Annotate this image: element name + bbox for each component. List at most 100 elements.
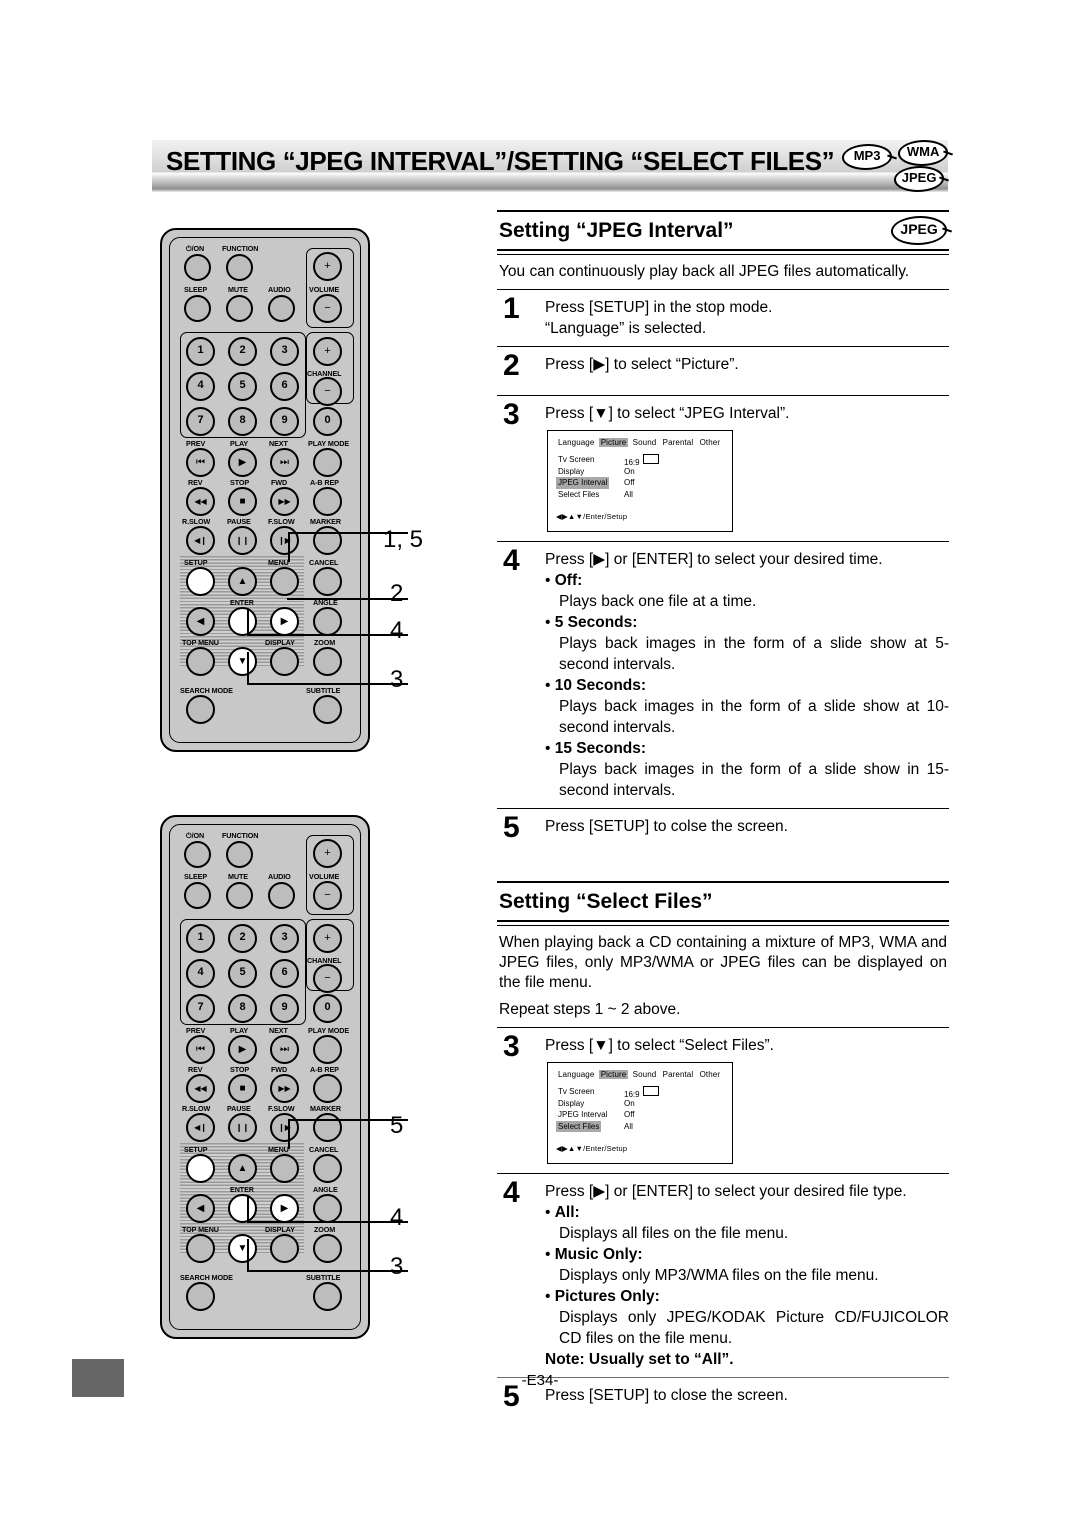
- digit-9-button[interactable]: 9: [270, 407, 299, 436]
- digit-7-button[interactable]: 7: [186, 407, 215, 436]
- digit-0-button[interactable]: 0: [313, 407, 342, 436]
- reverse-slow-button[interactable]: ◀❙: [186, 526, 215, 555]
- power-button[interactable]: [184, 841, 211, 868]
- osd-row-jpeg-interval[interactable]: JPEG Interval Off: [556, 1109, 724, 1121]
- play-button[interactable]: ▶: [228, 1035, 257, 1064]
- osd-tab-parental[interactable]: Parental: [661, 438, 696, 447]
- marker-button[interactable]: [313, 1113, 342, 1142]
- audio-button[interactable]: [268, 295, 295, 322]
- sleep-button[interactable]: [184, 295, 211, 322]
- arrow-up-button[interactable]: ▲: [228, 567, 257, 596]
- osd-row-display[interactable]: Display On: [556, 1098, 724, 1110]
- rev-button[interactable]: ◀◀: [186, 487, 215, 516]
- digit-6-button[interactable]: 6: [270, 959, 299, 988]
- digit-9-button[interactable]: 9: [270, 994, 299, 1023]
- osd-row-select-files[interactable]: Select Files All: [556, 1120, 724, 1132]
- osd-tab-other[interactable]: Other: [698, 438, 723, 447]
- channel-down-button[interactable]: −: [313, 377, 342, 406]
- enter-button[interactable]: [228, 607, 257, 636]
- digit-3-button[interactable]: 3: [270, 924, 299, 953]
- digit-8-button[interactable]: 8: [228, 407, 257, 436]
- arrow-left-button[interactable]: ◀: [186, 607, 215, 636]
- arrow-right-button[interactable]: ▶: [270, 607, 299, 636]
- forward-slow-button[interactable]: ❙▶: [270, 1113, 299, 1142]
- search-mode-button[interactable]: [186, 695, 215, 724]
- angle-button[interactable]: [313, 1194, 342, 1223]
- play-button[interactable]: ▶: [228, 448, 257, 477]
- stop-button[interactable]: ■: [228, 487, 257, 516]
- arrow-down-button[interactable]: ▼: [228, 1234, 257, 1263]
- stop-button[interactable]: ■: [228, 1074, 257, 1103]
- ab-rep-button[interactable]: [313, 1074, 342, 1103]
- forward-slow-button[interactable]: ❙▶: [270, 526, 299, 555]
- osd-row-tv-screen[interactable]: Tv Screen 16:9: [556, 1086, 724, 1099]
- osd-tab-language[interactable]: Language: [556, 438, 596, 447]
- osd-tab-other[interactable]: Other: [698, 1070, 723, 1079]
- osd-row-display[interactable]: Display On: [556, 466, 724, 478]
- function-button[interactable]: [226, 841, 253, 868]
- digit-5-button[interactable]: 5: [228, 372, 257, 401]
- cancel-button[interactable]: [313, 1154, 342, 1183]
- pause-button[interactable]: ❙❙: [228, 1113, 257, 1142]
- digit-1-button[interactable]: 1: [186, 924, 215, 953]
- mute-button[interactable]: [226, 882, 253, 909]
- rev-button[interactable]: ◀◀: [186, 1074, 215, 1103]
- power-button[interactable]: [184, 254, 211, 281]
- function-button[interactable]: [226, 254, 253, 281]
- fwd-button[interactable]: ▶▶: [270, 1074, 299, 1103]
- digit-3-button[interactable]: 3: [270, 337, 299, 366]
- volume-down-button[interactable]: −: [313, 881, 342, 910]
- channel-up-button[interactable]: +: [313, 924, 342, 953]
- osd-tab-picture[interactable]: Picture: [598, 438, 629, 447]
- digit-2-button[interactable]: 2: [228, 924, 257, 953]
- osd-tab-parental[interactable]: Parental: [661, 1070, 696, 1079]
- digit-0-button[interactable]: 0: [313, 994, 342, 1023]
- channel-down-button[interactable]: −: [313, 964, 342, 993]
- osd-tab-language[interactable]: Language: [556, 1070, 596, 1079]
- zoom-button[interactable]: [313, 647, 342, 676]
- marker-button[interactable]: [313, 526, 342, 555]
- pause-button[interactable]: ❙❙: [228, 526, 257, 555]
- search-mode-button[interactable]: [186, 1282, 215, 1311]
- osd-row-select-files[interactable]: Select Files All: [556, 489, 724, 501]
- digit-6-button[interactable]: 6: [270, 372, 299, 401]
- cancel-button[interactable]: [313, 567, 342, 596]
- reverse-slow-button[interactable]: ◀❙: [186, 1113, 215, 1142]
- menu-button[interactable]: [270, 567, 299, 596]
- arrow-up-button[interactable]: ▲: [228, 1154, 257, 1183]
- mute-button[interactable]: [226, 295, 253, 322]
- volume-up-button[interactable]: +: [313, 252, 342, 281]
- menu-button[interactable]: [270, 1154, 299, 1183]
- arrow-left-button[interactable]: ◀: [186, 1194, 215, 1223]
- digit-4-button[interactable]: 4: [186, 959, 215, 988]
- arrow-right-button[interactable]: ▶: [270, 1194, 299, 1223]
- digit-4-button[interactable]: 4: [186, 372, 215, 401]
- enter-button[interactable]: [228, 1194, 257, 1223]
- osd-tab-sound[interactable]: Sound: [631, 438, 659, 447]
- prev-button[interactable]: ⏮: [186, 1035, 215, 1064]
- play-mode-button[interactable]: [313, 448, 342, 477]
- prev-button[interactable]: ⏮: [186, 448, 215, 477]
- arrow-down-button[interactable]: ▼: [228, 647, 257, 676]
- angle-button[interactable]: [313, 607, 342, 636]
- play-mode-button[interactable]: [313, 1035, 342, 1064]
- osd-tab-sound[interactable]: Sound: [631, 1070, 659, 1079]
- setup-button[interactable]: [186, 1154, 215, 1183]
- sleep-button[interactable]: [184, 882, 211, 909]
- subtitle-button[interactable]: [313, 695, 342, 724]
- subtitle-button[interactable]: [313, 1282, 342, 1311]
- channel-up-button[interactable]: +: [313, 337, 342, 366]
- digit-2-button[interactable]: 2: [228, 337, 257, 366]
- zoom-button[interactable]: [313, 1234, 342, 1263]
- osd-tab-picture[interactable]: Picture: [598, 1070, 629, 1079]
- osd-row-jpeg-interval[interactable]: JPEG Interval Off: [556, 477, 724, 489]
- setup-button[interactable]: [186, 567, 215, 596]
- volume-up-button[interactable]: +: [313, 839, 342, 868]
- digit-1-button[interactable]: 1: [186, 337, 215, 366]
- top-menu-button[interactable]: [186, 1234, 215, 1263]
- ab-rep-button[interactable]: [313, 487, 342, 516]
- digit-8-button[interactable]: 8: [228, 994, 257, 1023]
- digit-5-button[interactable]: 5: [228, 959, 257, 988]
- volume-down-button[interactable]: −: [313, 294, 342, 323]
- display-button[interactable]: [270, 647, 299, 676]
